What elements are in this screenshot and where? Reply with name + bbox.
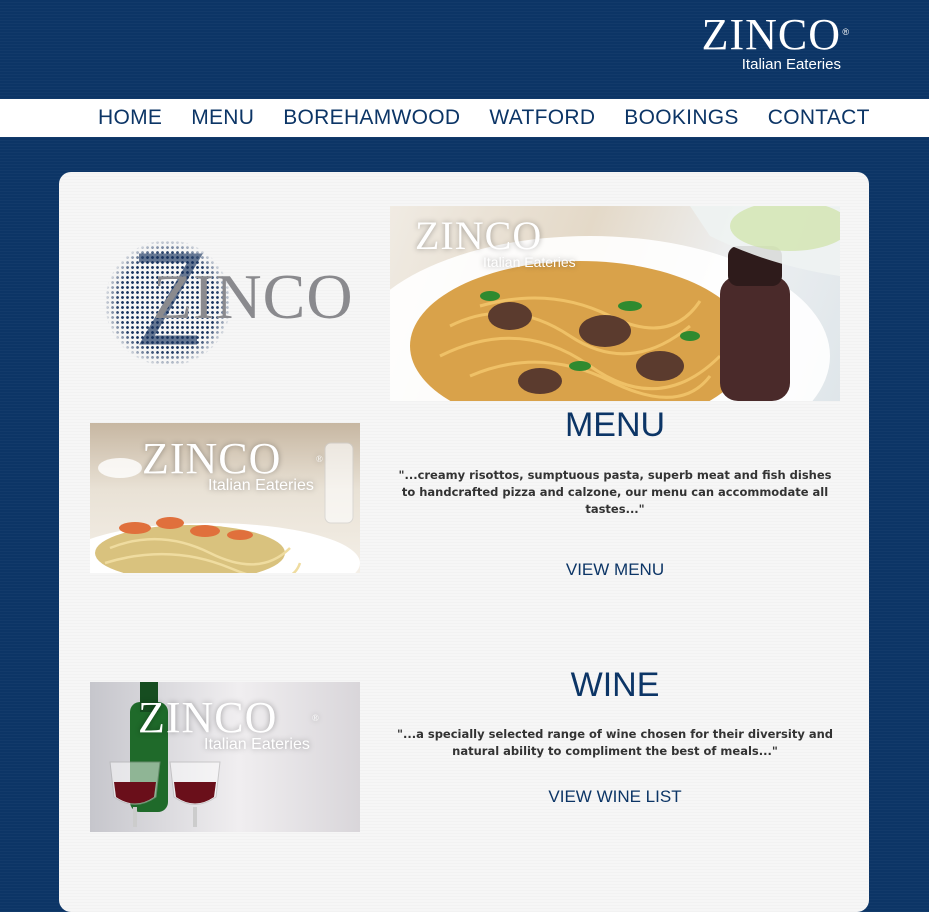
hero-pasta-photo: ZINCO Italian Eateries [390, 206, 840, 401]
hero-watermark-subtitle: Italian Eateries [483, 254, 576, 270]
menu-section-title: MENU [564, 406, 666, 444]
menu-photo-registered-mark: ® [316, 454, 324, 464]
menu-photo-watermark-name: ZINCO [142, 434, 282, 483]
nav-home[interactable]: HOME [98, 106, 162, 130]
menu-photo-watermark: ZINCO ® Italian Eateries [142, 434, 323, 495]
registered-mark: ® [842, 27, 850, 37]
hero-watermark-name: ZINCO [415, 213, 543, 258]
menu-seafood-photo: ZINCO ® Italian Eateries [90, 423, 360, 573]
view-wine-list-link[interactable]: VIEW WINE LIST [390, 787, 840, 807]
brand-logo[interactable]: ZINCO ® Italian Eateries [702, 10, 849, 73]
wine-photo-watermark: ZINCO ® Italian Eateries [138, 693, 319, 754]
nav-watford[interactable]: WATFORD [489, 106, 595, 130]
nav-contact[interactable]: CONTACT [768, 106, 870, 130]
nav-menu[interactable]: MENU [191, 106, 254, 130]
site-header: ZINCO ® Italian Eateries [0, 0, 929, 99]
hero-watermark: ZINCO Italian Eateries [415, 213, 576, 271]
nav-bookings[interactable]: BOOKINGS [624, 106, 738, 130]
menu-section-description: "...creamy risottos, sumptuous pasta, su… [398, 468, 832, 516]
view-menu-link[interactable]: VIEW MENU [390, 560, 840, 580]
main-navigation: HOME MENU BOREHAMWOOD WATFORD BOOKINGS C… [0, 99, 929, 137]
brand-name: ZINCO ® [702, 10, 849, 60]
logo-text: ZINCO [153, 261, 354, 332]
wine-section-description: "...a specially selected range of wine c… [396, 727, 834, 758]
nav-borehamwood[interactable]: BOREHAMWOOD [283, 106, 460, 130]
zinco-logo: ZINCO [105, 240, 370, 366]
wine-photo-registered-mark: ® [312, 713, 320, 723]
wine-photo-watermark-name: ZINCO [138, 693, 278, 742]
wine-section-title: WINE [570, 666, 660, 704]
wine-glasses-photo: ZINCO ® Italian Eateries [90, 682, 360, 832]
